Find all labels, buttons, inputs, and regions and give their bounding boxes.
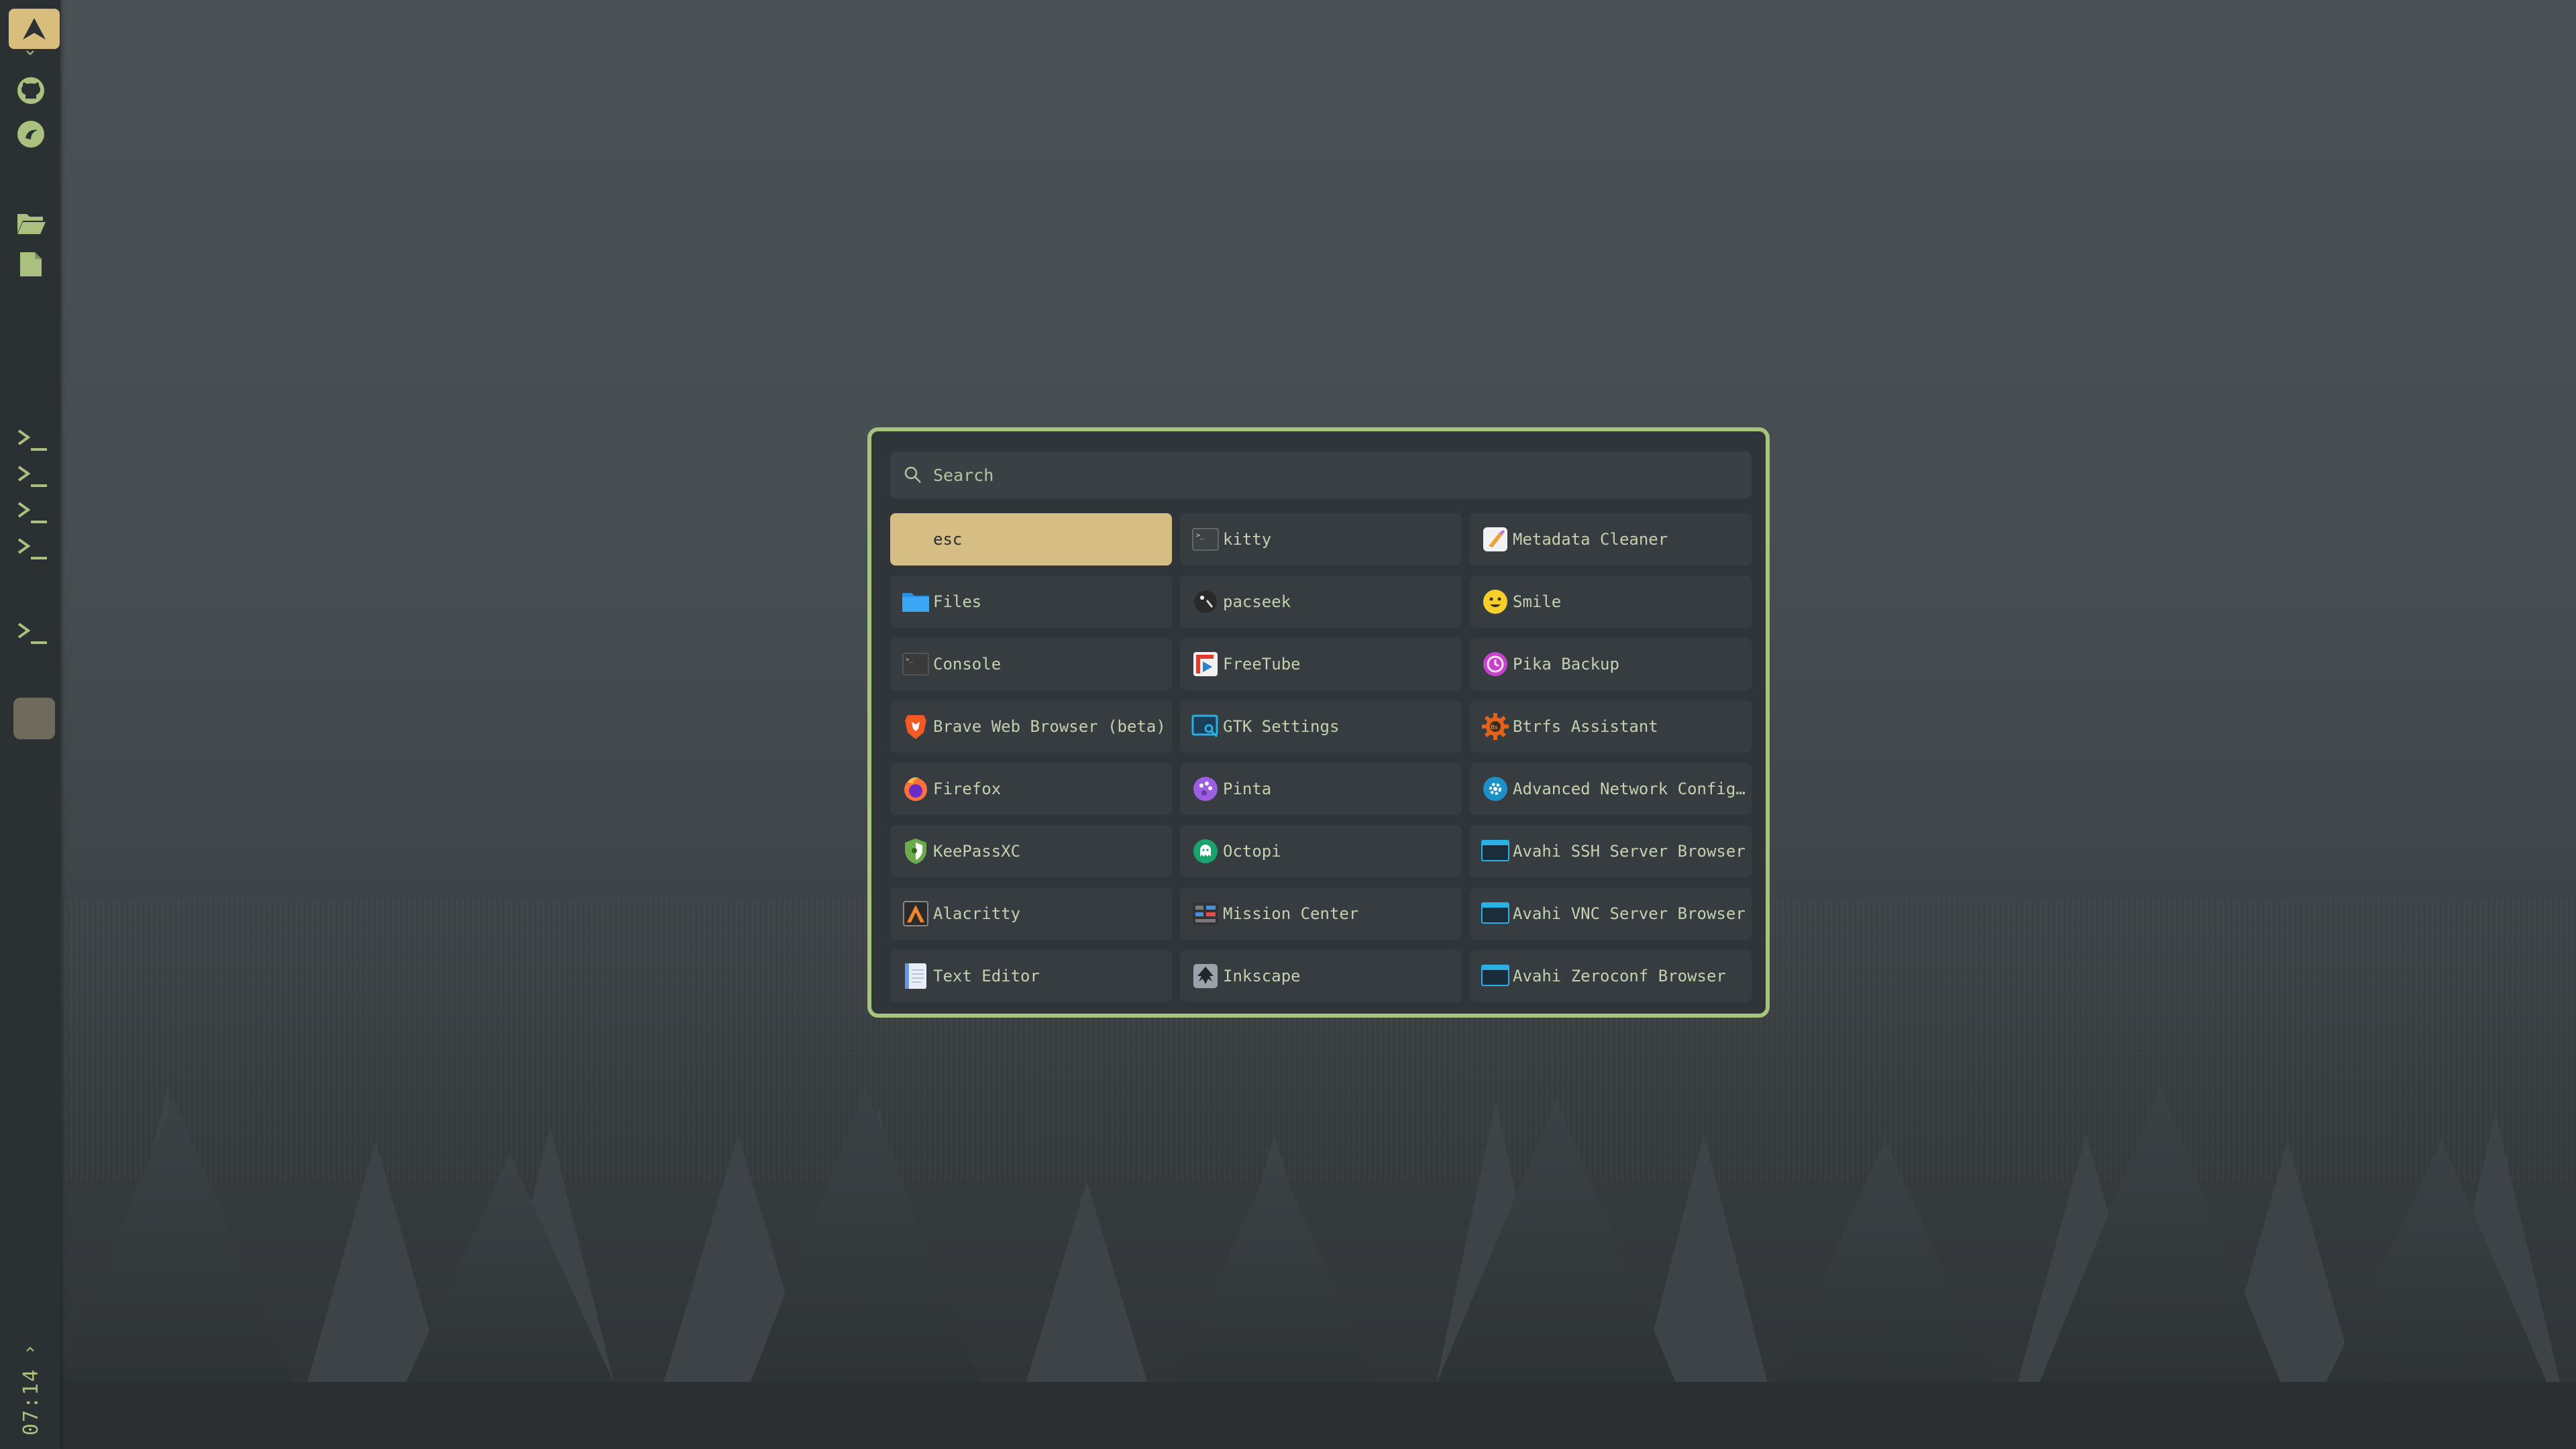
pinta-icon <box>1191 774 1220 804</box>
app-item-mission-center[interactable]: Mission Center <box>1180 888 1462 940</box>
pika-backup-icon <box>1481 649 1510 679</box>
terminal-app-icon: >_ <box>1191 525 1220 554</box>
app-label: Console <box>933 655 1002 674</box>
app-item-console[interactable]: >_ Console <box>890 638 1172 690</box>
pacseek-icon <box>1191 587 1220 616</box>
gtk-settings-icon <box>1191 712 1220 741</box>
app-item-pinta[interactable]: Pinta <box>1180 763 1462 815</box>
app-launcher: esc >_ kitty Metadata Cleaner Files pacs… <box>867 427 1770 1018</box>
app-item-inkscape[interactable]: Inkscape <box>1180 950 1462 1002</box>
app-label: Mission Center <box>1223 904 1359 923</box>
app-item-avahi-zeroconf[interactable]: Avahi Zeroconf Browser <box>1470 950 1752 1002</box>
svg-text:Bs: Bs <box>1491 724 1498 731</box>
brave-icon <box>901 712 930 741</box>
app-item-pika-backup[interactable]: Pika Backup <box>1470 638 1752 690</box>
emoji-icon <box>1481 587 1510 616</box>
app-item-kitty[interactable]: >_ kitty <box>1180 513 1462 566</box>
search-bar[interactable] <box>890 451 1752 498</box>
alacritty-icon <box>901 899 930 928</box>
app-item-advanced-network[interactable]: Advanced Network Configu… <box>1470 763 1752 815</box>
terminal-icon[interactable] <box>16 620 51 647</box>
search-icon <box>904 466 921 483</box>
github-icon[interactable] <box>16 76 46 105</box>
app-label: Avahi Zeroconf Browser <box>1513 967 1726 985</box>
app-item-avahi-ssh[interactable]: Avahi SSH Server Browser <box>1470 825 1752 877</box>
text-editor-icon <box>901 961 930 991</box>
app-label: Avahi SSH Server Browser <box>1513 842 1746 861</box>
app-label: Advanced Network Configu… <box>1513 780 1752 798</box>
app-label: Avahi VNC Server Browser <box>1513 904 1746 923</box>
folder-icon <box>901 587 930 616</box>
app-label: Files <box>933 592 982 611</box>
search-input[interactable] <box>932 464 1726 486</box>
app-item-metadata-cleaner[interactable]: Metadata Cleaner <box>1470 513 1752 566</box>
app-grid: esc >_ kitty Metadata Cleaner Files pacs… <box>890 513 1752 1002</box>
app-label: FreeTube <box>1223 655 1301 674</box>
network-config-icon <box>1481 774 1510 804</box>
freetube-icon <box>1191 649 1220 679</box>
launcher-logo-icon[interactable] <box>9 9 60 49</box>
app-label: Pinta <box>1223 780 1272 798</box>
folder-open-icon[interactable] <box>16 208 46 237</box>
svg-text:>_: >_ <box>906 657 913 663</box>
terminal-icon[interactable] <box>16 535 51 562</box>
terminal-icon[interactable] <box>16 499 51 526</box>
app-circle-icon[interactable] <box>16 119 46 149</box>
inkscape-icon <box>1191 961 1220 991</box>
app-label: Smile <box>1513 592 1562 611</box>
avahi-icon <box>1481 837 1510 866</box>
app-label: Alacritty <box>933 904 1021 923</box>
mission-center-icon <box>1191 899 1220 928</box>
app-item-gtk-settings[interactable]: GTK Settings <box>1180 700 1462 753</box>
app-item-octopi[interactable]: Octopi <box>1180 825 1462 877</box>
app-item-avahi-vnc[interactable]: Avahi VNC Server Browser <box>1470 888 1752 940</box>
svg-text:>_: >_ <box>1196 532 1205 539</box>
app-item-firefox[interactable]: Firefox <box>890 763 1172 815</box>
clock-text: 07:14 <box>19 1368 43 1436</box>
app-item-freetube[interactable]: FreeTube <box>1180 638 1462 690</box>
app-label: GTK Settings <box>1223 717 1340 736</box>
clock-container[interactable]: 07:14 <box>15 1342 55 1436</box>
app-item-pacseek[interactable]: pacseek <box>1180 576 1462 628</box>
app-label: kitty <box>1223 530 1272 549</box>
blank-icon <box>901 525 930 554</box>
terminal-icon[interactable] <box>16 427 51 453</box>
avahi-icon <box>1481 961 1510 991</box>
active-workspace-indicator[interactable] <box>13 698 55 739</box>
chevron-down-icon[interactable] <box>25 50 35 56</box>
app-item-brave[interactable]: Brave Web Browser (beta) <box>890 700 1172 753</box>
app-label: esc <box>933 530 963 549</box>
firefox-icon <box>901 774 930 804</box>
app-label: pacseek <box>1223 592 1291 611</box>
octopi-icon <box>1191 837 1220 866</box>
app-label: Metadata Cleaner <box>1513 530 1668 549</box>
app-label: Octopi <box>1223 842 1281 861</box>
app-label: Firefox <box>933 780 1002 798</box>
avahi-icon <box>1481 899 1510 928</box>
metadata-cleaner-icon <box>1481 525 1510 554</box>
app-label: Brave Web Browser (beta) <box>933 717 1166 736</box>
app-item-alacritty[interactable]: Alacritty <box>890 888 1172 940</box>
app-item-files[interactable]: Files <box>890 576 1172 628</box>
left-panel: 07:14 <box>0 0 60 1449</box>
btrfs-assistant-icon: Bs <box>1481 712 1510 741</box>
app-item-esc[interactable]: esc <box>890 513 1172 566</box>
console-icon: >_ <box>901 649 930 679</box>
app-label: Btrfs Assistant <box>1513 717 1658 736</box>
document-icon[interactable] <box>16 250 46 279</box>
app-label: Text Editor <box>933 967 1040 985</box>
app-label: KeePassXC <box>933 842 1021 861</box>
app-item-keepassxc[interactable]: KeePassXC <box>890 825 1172 877</box>
app-item-smile[interactable]: Smile <box>1470 576 1752 628</box>
app-item-btrfs-assistant[interactable]: Bs Btrfs Assistant <box>1470 700 1752 753</box>
keepassxc-icon <box>901 837 930 866</box>
app-label: Inkscape <box>1223 967 1301 985</box>
app-item-text-editor[interactable]: Text Editor <box>890 950 1172 1002</box>
app-label: Pika Backup <box>1513 655 1619 674</box>
terminal-icon[interactable] <box>16 463 51 490</box>
